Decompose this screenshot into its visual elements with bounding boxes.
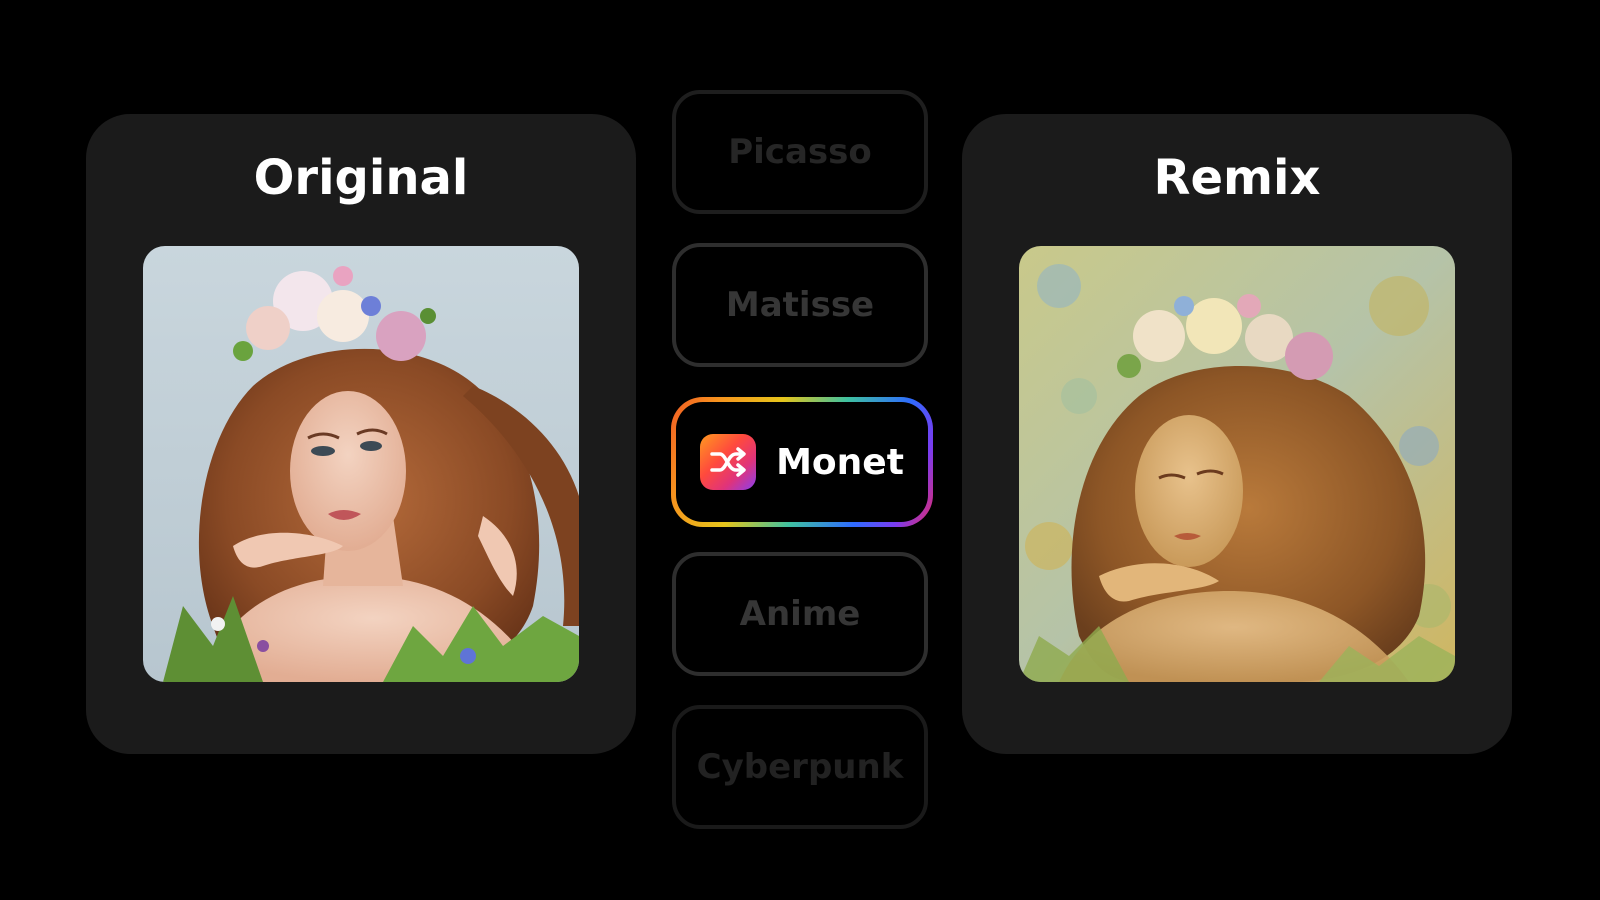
remix-screen: Original Picasso Matisse Monet Anime Cyb… <box>0 0 1600 900</box>
active-style-label: Monet <box>776 441 904 483</box>
original-photo <box>143 246 579 682</box>
remix-title: Remix <box>1153 150 1321 206</box>
remix-photo <box>1019 246 1455 682</box>
original-title: Original <box>253 150 469 206</box>
remix-panel: Remix <box>962 114 1512 754</box>
style-option-monet[interactable]: Monet <box>671 397 933 527</box>
shuffle-icon <box>700 434 757 490</box>
style-option-matisse[interactable]: Matisse <box>672 243 928 367</box>
style-option-anime[interactable]: Anime <box>672 552 928 676</box>
style-option-picasso[interactable]: Picasso <box>672 90 928 214</box>
original-panel: Original <box>86 114 636 754</box>
style-option-cyberpunk[interactable]: Cyberpunk <box>672 705 928 829</box>
